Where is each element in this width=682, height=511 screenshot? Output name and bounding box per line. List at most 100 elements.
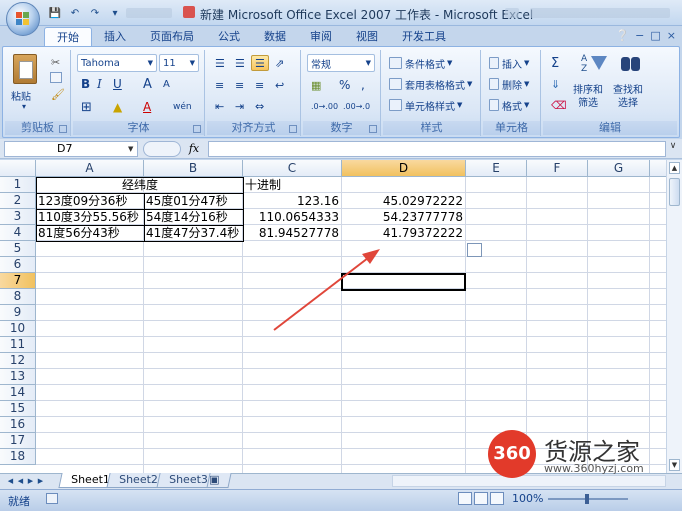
copy-icon[interactable] — [50, 72, 62, 83]
align-left-icon[interactable]: ≡ — [211, 77, 229, 93]
editing-group-label: 编辑 — [543, 121, 677, 135]
orientation-icon[interactable]: ⇗ — [271, 55, 293, 71]
grow-font-button[interactable]: A — [139, 75, 155, 93]
conditional-format-button[interactable]: 条件格式 ▼ — [385, 54, 456, 72]
merge-center-icon[interactable]: ⇔ — [251, 98, 275, 114]
align-middle-icon[interactable]: ☰ — [231, 55, 249, 71]
fill-color-icon[interactable]: ▲ — [109, 98, 133, 116]
percent-button[interactable]: % — [335, 76, 355, 94]
cell-styles-button[interactable]: 单元格样式 ▼ — [385, 96, 466, 114]
macro-record-icon[interactable] — [46, 493, 58, 504]
increase-decimal-icon[interactable]: .0→.00 — [307, 98, 338, 114]
shrink-font-button[interactable]: A — [159, 75, 175, 93]
delete-cells-button[interactable]: 删除 ▼ — [485, 75, 533, 93]
sort-filter-icon[interactable]: AZ — [577, 54, 607, 80]
find-select-icon[interactable] — [619, 54, 643, 78]
currency-icon[interactable]: ▦ — [307, 76, 331, 94]
comma-button[interactable]: , — [357, 76, 373, 94]
tab-page-layout[interactable]: 页面布局 — [138, 27, 206, 47]
tab-view[interactable]: 视图 — [344, 27, 390, 47]
chevron-down-icon: ▼ — [147, 59, 153, 67]
align-top-icon[interactable]: ☰ — [211, 55, 229, 71]
number-format-select[interactable]: 常规 ▼ — [307, 54, 375, 72]
wrap-text-icon[interactable]: ↩ — [271, 77, 293, 93]
font-launcher-icon[interactable] — [193, 125, 201, 133]
insert-sheet-icon[interactable]: ▣ — [206, 473, 232, 488]
delete-cells-label: 删除 — [502, 80, 522, 92]
tab-insert[interactable]: 插入 — [92, 27, 138, 47]
page-break-view-icon[interactable] — [490, 492, 504, 505]
sort-filter-button[interactable]: 排序和 筛选 — [573, 84, 603, 110]
normal-view-icon[interactable] — [458, 492, 472, 505]
formula-input[interactable] — [208, 141, 666, 157]
format-as-table-button[interactable]: 套用表格格式 ▼ — [385, 75, 476, 93]
tab-home[interactable]: 开始 — [44, 27, 92, 47]
first-sheet-icon[interactable]: ◀ — [6, 474, 15, 488]
prev-sheet-icon[interactable]: ◀ — [16, 474, 25, 488]
font-color-icon[interactable]: A — [139, 98, 161, 116]
bold-button[interactable]: B — [77, 75, 91, 93]
tab-review[interactable]: 审阅 — [298, 27, 344, 47]
vertical-scrollbar[interactable]: ▲ ▼ — [666, 160, 682, 473]
close-icon[interactable]: × — [667, 29, 676, 42]
find-select-button[interactable]: 查找和 选择 — [613, 84, 643, 110]
scroll-thumb[interactable] — [669, 178, 680, 206]
restore-icon[interactable]: □ — [650, 29, 660, 42]
format-cells-button[interactable]: 格式 ▼ — [485, 96, 533, 114]
sheet-tab-label: Sheet2 — [119, 473, 158, 486]
name-box[interactable]: D7 — [4, 141, 138, 157]
insert-cells-button[interactable]: 插入 ▼ — [485, 54, 533, 72]
page-layout-view-icon[interactable] — [474, 492, 488, 505]
paste-icon[interactable] — [13, 54, 37, 84]
cells-group-label: 单元格 — [483, 121, 540, 135]
worksheet-grid[interactable]: A B C D E F G 1 2 3 4 5 6 7 8 9 10 11 12 13 14 15 16 17 1… — [0, 160, 666, 473]
number-launcher-icon[interactable] — [369, 125, 377, 133]
insert-function-button[interactable]: fx — [182, 141, 206, 157]
scroll-down-icon[interactable]: ▼ — [669, 459, 680, 471]
conditional-format-icon — [389, 57, 402, 69]
customize-qat-icon[interactable]: ▾ — [106, 5, 124, 21]
paste-dropdown-icon[interactable]: ▾ — [22, 102, 26, 111]
formula-cancel-enter-buttons[interactable] — [143, 141, 181, 157]
paste-button[interactable]: 粘贴 — [11, 88, 31, 103]
format-painter-icon[interactable]: 🖌 — [51, 88, 65, 101]
font-size-select[interactable]: 11 ▼ — [159, 54, 199, 72]
tab-data[interactable]: 数据 — [252, 27, 298, 47]
fill-icon[interactable]: ⇓ — [547, 75, 569, 93]
zoom-level[interactable]: 100% — [512, 492, 543, 505]
quick-access-toolbar: 💾 ↶ ↷ ▾ — [46, 5, 172, 22]
underline-button[interactable]: U — [109, 75, 123, 93]
pinyin-icon[interactable]: wén — [169, 98, 195, 116]
decrease-decimal-icon[interactable]: .00→.0 — [339, 98, 370, 114]
autosum-button[interactable]: Σ — [547, 54, 569, 72]
help-icon[interactable]: ❔ — [615, 29, 629, 42]
office-button[interactable] — [6, 2, 40, 36]
last-sheet-icon[interactable]: ▶ — [36, 474, 45, 488]
decrease-indent-icon[interactable]: ⇤ — [211, 98, 229, 114]
expand-formula-bar-icon[interactable]: ∨ — [666, 141, 680, 157]
save-icon[interactable]: 💾 — [46, 5, 64, 21]
tab-formulas[interactable]: 公式 — [206, 27, 252, 47]
alignment-launcher-icon[interactable] — [289, 125, 297, 133]
redo-icon[interactable]: ↷ — [86, 5, 104, 21]
horizontal-scrollbar[interactable] — [392, 475, 666, 487]
italic-button[interactable]: I — [93, 75, 107, 93]
minimize-icon[interactable]: − — [635, 29, 644, 42]
tab-developer[interactable]: 开发工具 — [390, 27, 458, 47]
chevron-down-icon[interactable]: ▼ — [128, 145, 133, 153]
font-name-select[interactable]: Tahoma ▼ — [77, 54, 157, 72]
clipboard-launcher-icon[interactable] — [59, 125, 67, 133]
undo-icon[interactable]: ↶ — [66, 5, 84, 21]
align-center-icon[interactable]: ≡ — [231, 77, 249, 93]
align-right-icon[interactable]: ≡ — [251, 77, 269, 93]
cut-icon[interactable]: ✂ — [51, 56, 60, 69]
borders-icon[interactable]: ⊞ — [77, 98, 97, 116]
clear-icon[interactable]: ⌫ — [547, 96, 569, 114]
increase-indent-icon[interactable]: ⇥ — [231, 98, 249, 114]
next-sheet-icon[interactable]: ▶ — [26, 474, 35, 488]
align-bottom-icon[interactable]: ☰ — [251, 55, 269, 71]
scroll-up-icon[interactable]: ▲ — [669, 162, 680, 174]
blurred-region — [505, 8, 519, 18]
zoom-slider-thumb[interactable] — [585, 494, 589, 504]
watermark-badge: 360 — [488, 430, 536, 478]
